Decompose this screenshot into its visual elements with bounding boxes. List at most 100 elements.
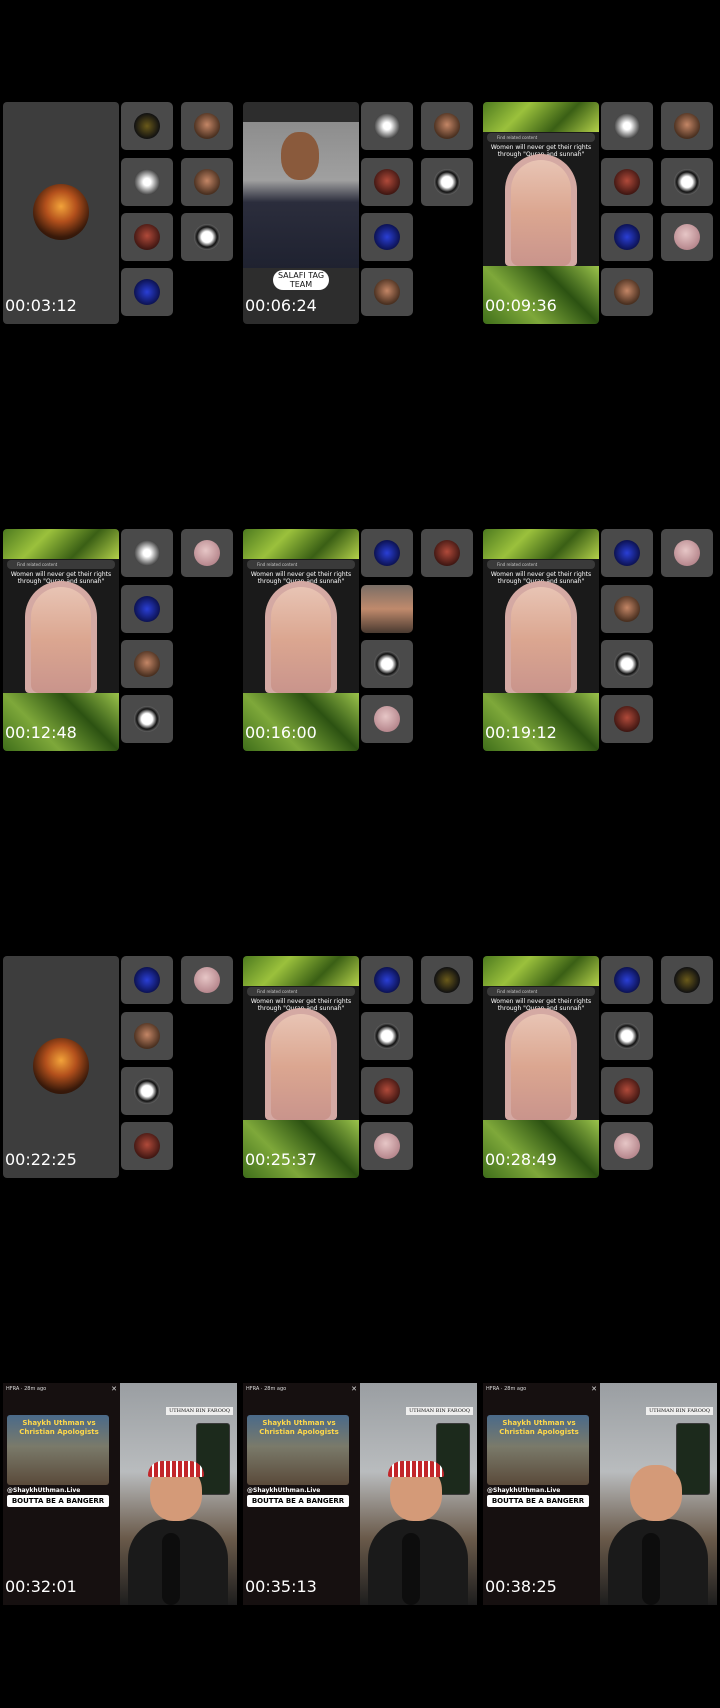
split-screen: HFRA · 28m ago ✕ Shaykh Uthman vs Christ… [3,1383,237,1605]
participant-tile [601,1012,653,1060]
avatar [134,967,160,993]
story-title: Shaykh Uthman vs Christian Apologists [259,1419,339,1436]
video-frame: HFRA · 28m ago ✕ Shaykh Uthman vs Christ… [3,1383,237,1605]
frame-cell-6: Find related content Women will never ge… [480,427,720,854]
face [31,587,91,693]
story-title: Shaykh Uthman vs Christian Apologists [19,1419,99,1436]
close-icon[interactable]: ✕ [351,1385,357,1393]
participant-tile [661,158,713,206]
main-tile-screenshare: Find related content Women will never ge… [483,102,599,324]
story-header: HFRA · 28m ago [6,1386,47,1392]
speaker-face [630,1465,682,1521]
avatar [374,169,400,195]
foliage-bottom [243,693,359,751]
participant-tile [601,956,653,1004]
face [511,1014,571,1120]
avatar [374,1023,400,1049]
frame-cell-1: 00:03:12 [0,0,240,427]
frame-cell-7: 00:22:25 [0,854,240,1281]
participant-tile [121,158,173,206]
avatar [134,540,160,566]
participant-tile [121,585,173,633]
foliage-top [243,956,359,986]
participant-tile [661,213,713,261]
foliage-bottom [3,693,119,751]
main-tile-screenshare: Find related content Women will never ge… [483,529,599,751]
avatar [614,1078,640,1104]
participant-tile [361,1067,413,1115]
story-banner: BOUTTA BE A BANGERR [487,1495,589,1507]
avatar [614,967,640,993]
main-tile-screenshare: Find related content Women will never ge… [243,956,359,1178]
participant-tile [361,956,413,1004]
avatar [614,169,640,195]
story-handle: @ShaykhUthman.Live [7,1487,81,1494]
participant-tile [421,102,473,150]
avatar [134,169,160,195]
participant-tile [121,1012,173,1060]
participant-tile [121,213,173,261]
main-tile-dark [3,102,119,324]
frame-cell-2: SALAFI TAG TEAM 00:06:24 [240,0,480,427]
search-bar: Find related content [487,987,595,996]
webcam-panel: UTHMAN BIN FAROOQ [360,1383,477,1605]
avatar [194,967,220,993]
frame-cell-9: Find related content Women will never ge… [480,854,720,1281]
microphone-icon [162,1533,180,1605]
avatar [374,967,400,993]
contact-sheet: { "timestamps": ["00:03:12","00:06:24","… [0,0,720,1708]
avatar [614,540,640,566]
participant-tile [601,102,653,150]
avatar [374,651,400,677]
avatar [194,169,220,195]
participant-tile [601,529,653,577]
close-icon[interactable]: ✕ [111,1385,117,1393]
participant-tile [601,158,653,206]
participant-tile [601,1122,653,1170]
speaker-scarf [148,1461,204,1477]
video-frame: HFRA · 28m ago ✕ Shaykh Uthman vs Christ… [483,1383,717,1605]
sunset-avatar-icon [33,1038,89,1094]
timestamp: 00:03:12 [5,296,77,315]
timestamp: 00:19:12 [485,723,557,742]
participant-tile [181,102,233,150]
participant-tile [361,1012,413,1060]
timestamp: 00:09:36 [485,296,557,315]
avatar [674,540,700,566]
participant-tile [121,102,173,150]
participant-tile [421,158,473,206]
participant-tile [361,1122,413,1170]
split-screen: HFRA · 28m ago ✕ Shaykh Uthman vs Christ… [243,1383,477,1605]
participant-tile [181,158,233,206]
frame-cell-11: HFRA · 28m ago ✕ Shaykh Uthman vs Christ… [240,1281,480,1708]
video-frame: Find related content Women will never ge… [3,529,237,751]
face [511,587,571,693]
avatar [134,651,160,677]
participant-tile [181,956,233,1004]
sunset-avatar-icon [33,184,89,240]
participant-tile [181,213,233,261]
video-frame: SALAFI TAG TEAM [243,102,477,324]
avatar [374,113,400,139]
participant-tile [121,529,173,577]
video-frame [3,956,237,1178]
story-handle: @ShaykhUthman.Live [487,1487,561,1494]
frame-cell-10: HFRA · 28m ago ✕ Shaykh Uthman vs Christ… [0,1281,240,1708]
close-icon[interactable]: ✕ [591,1385,597,1393]
foliage-bottom [483,266,599,324]
avatar [614,279,640,305]
avatar [134,1023,160,1049]
participant-tile [601,695,653,743]
avatar [374,279,400,305]
video-frame: Find related content Women will never ge… [483,102,717,324]
story-banner: BOUTTA BE A BANGERR [247,1495,349,1507]
avatar [134,1078,160,1104]
participant-video-tile [361,585,413,633]
participant-tile [601,1067,653,1115]
participant-tile [361,213,413,261]
participant-tile [121,1067,173,1115]
participant-tile [601,268,653,316]
foliage-top [483,956,599,986]
avatar [674,224,700,250]
story-panel: HFRA · 28m ago ✕ Shaykh Uthman vs Christ… [243,1383,360,1605]
